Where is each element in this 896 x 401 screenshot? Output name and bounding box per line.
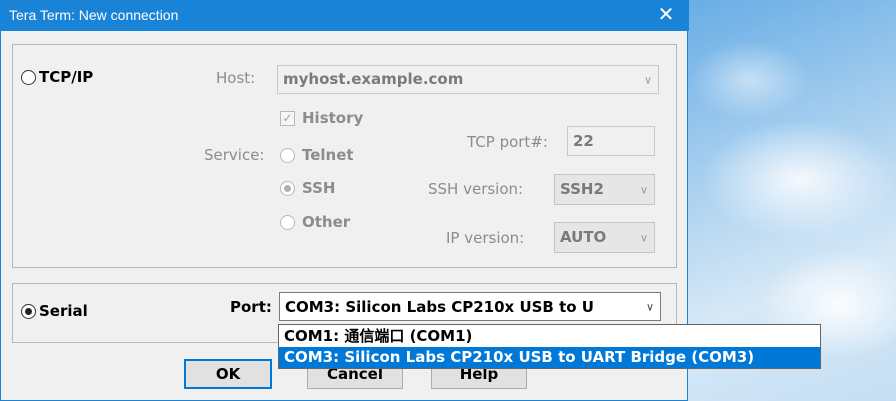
telnet-label: Telnet <box>302 146 354 164</box>
history-checkbox[interactable]: ✓ <box>280 111 295 126</box>
port-option-com1[interactable]: COM1: 通信端口 (COM1) <box>279 326 820 347</box>
tcp-port-input[interactable]: 22 <box>567 126 655 156</box>
port-value: COM3: Silicon Labs CP210x USB to U <box>285 298 594 316</box>
tcp-port-label: TCP port#: <box>467 133 548 151</box>
close-icon[interactable]: ✕ <box>643 0 689 31</box>
host-combobox[interactable]: myhost.example.com ∨ <box>277 65 659 94</box>
tcpip-label: TCP/IP <box>39 68 94 86</box>
title-bar[interactable]: Tera Term: New connection ✕ <box>1 0 689 31</box>
other-label: Other <box>302 213 351 231</box>
port-option-com3[interactable]: COM3: Silicon Labs CP210x USB to UART Br… <box>279 347 820 368</box>
ssh-version-label: SSH version: <box>428 180 524 198</box>
chevron-down-icon: ∨ <box>645 300 654 313</box>
check-icon: ✓ <box>282 111 293 125</box>
ssh-version-value: SSH2 <box>560 180 604 198</box>
tcp-port-value: 22 <box>573 132 594 150</box>
port-dropdown-list: COM1: 通信端口 (COM1) COM3: Silicon Labs CP2… <box>278 324 821 369</box>
ok-button[interactable]: OK <box>184 359 272 389</box>
port-label: Port: <box>230 298 272 316</box>
serial-label: Serial <box>39 302 88 320</box>
serial-radio[interactable] <box>21 304 36 319</box>
ssh-radio[interactable] <box>280 181 295 196</box>
ssh-version-select[interactable]: SSH2 ∨ <box>554 174 655 205</box>
window-title: Tera Term: New connection <box>9 7 179 23</box>
chevron-down-icon: ∨ <box>643 73 652 86</box>
ip-version-label: IP version: <box>446 229 525 247</box>
background-cloud <box>700 120 896 240</box>
other-radio[interactable] <box>280 215 295 230</box>
chevron-down-icon: ∨ <box>639 231 648 244</box>
ip-version-value: AUTO <box>560 228 607 246</box>
host-label: Host: <box>216 69 256 87</box>
telnet-radio[interactable] <box>280 148 295 163</box>
background-cloud <box>690 40 810 120</box>
host-value: myhost.example.com <box>283 70 464 88</box>
ssh-label: SSH <box>302 179 336 197</box>
ip-version-select[interactable]: AUTO ∨ <box>554 222 655 253</box>
port-select[interactable]: COM3: Silicon Labs CP210x USB to U ∨ <box>279 292 661 321</box>
history-label: History <box>302 109 364 127</box>
chevron-down-icon: ∨ <box>639 183 648 196</box>
tcpip-radio[interactable] <box>21 70 36 85</box>
service-label: Service: <box>204 146 265 164</box>
